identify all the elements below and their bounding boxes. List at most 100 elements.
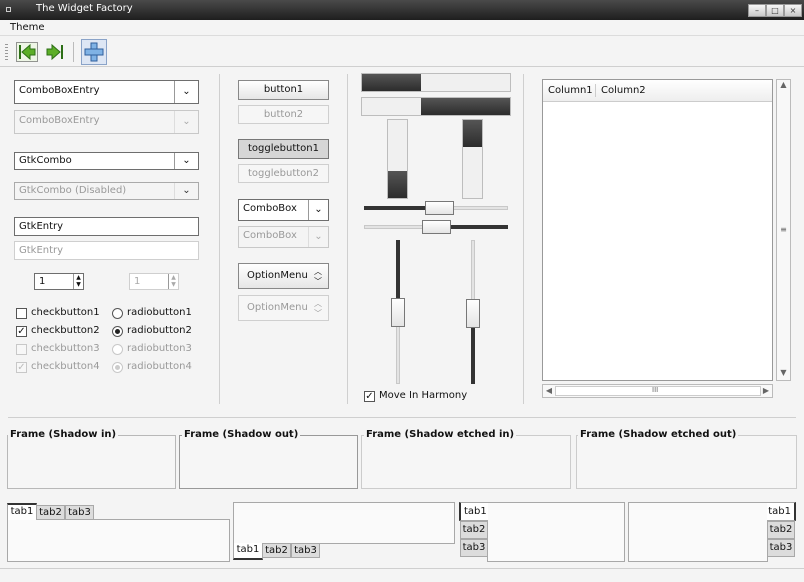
notebook-bottom-page <box>233 502 455 544</box>
notebook-top-tab2[interactable]: tab2 <box>36 505 65 520</box>
togglebutton1[interactable]: togglebutton1 <box>238 139 329 159</box>
column-divider <box>595 84 596 97</box>
gtk-combo[interactable]: GtkCombo ⌄ <box>14 152 199 170</box>
close-icon[interactable]: × <box>784 4 802 17</box>
gtk-entry-disabled: GtkEntry <box>14 241 199 260</box>
notebook-bottom-tab3[interactable]: tab3 <box>291 543 320 558</box>
checkbutton2-box[interactable]: ✓ <box>16 326 27 337</box>
scroll-grip-icon[interactable]: ≡ <box>777 225 790 234</box>
radiobutton1-circle[interactable] <box>112 308 123 319</box>
chevron-down-icon[interactable]: ⌄ <box>174 81 198 103</box>
scale-knob[interactable] <box>425 201 454 215</box>
option-menu[interactable]: OptionMenu ︿ ﹀ <box>238 263 329 289</box>
vscale-2[interactable] <box>466 240 480 384</box>
frame-shadow-out <box>179 435 358 489</box>
spin-arrows-icon[interactable]: ▲ ▼ <box>73 274 83 289</box>
chevron-down-icon[interactable]: ⌄ <box>308 200 328 220</box>
chevron-down-icon: ⌄ <box>174 183 198 199</box>
frame-shadow-etched-out <box>576 435 797 489</box>
hscale-1[interactable] <box>364 201 508 215</box>
checkbutton3-label: checkbutton3 <box>31 343 100 354</box>
spin-button-disabled: 1 ▲ ▼ <box>129 273 179 290</box>
chevron-down-icon[interactable]: ⌄ <box>174 153 198 169</box>
notebook-right-tab2[interactable]: tab2 <box>767 521 795 539</box>
column-separator <box>523 74 524 404</box>
tree-vscrollbar[interactable]: ▲ ≡ ▼ <box>776 79 791 381</box>
notebook-left-tab2[interactable]: tab2 <box>460 521 488 539</box>
updown-arrows-icon: ︿ ﹀ <box>314 299 322 318</box>
scroll-down-icon[interactable]: ▼ <box>777 368 790 380</box>
add-button[interactable] <box>81 39 107 65</box>
notebook-bottom-tab1[interactable]: tab1 <box>233 543 263 560</box>
notebook-right-tab3[interactable]: tab3 <box>767 539 795 557</box>
checkbutton1-label[interactable]: checkbutton1 <box>31 307 100 318</box>
hscroll-thumb[interactable]: III <box>555 386 761 396</box>
notebook-top-page <box>7 519 230 562</box>
spin-button[interactable]: 1 ▲ ▼ <box>34 273 84 290</box>
checkbutton4-box: ✓ <box>16 362 27 373</box>
progress-fill <box>388 170 407 198</box>
title-bar[interactable]: The Widget Factory – □ × <box>0 0 804 20</box>
notebook-left-page <box>487 502 625 562</box>
combobox-disabled: ComboBox ⌄ <box>238 226 329 248</box>
frame-shadow-in <box>7 435 176 489</box>
column1-header[interactable]: Column1 <box>548 85 593 96</box>
notebook-left-tab3[interactable]: tab3 <box>460 539 488 557</box>
progress-fill <box>463 120 482 148</box>
scroll-left-icon[interactable]: ◀ <box>544 386 554 395</box>
frame-shadow-etched-out-label: Frame (Shadow etched out) <box>578 429 739 440</box>
scale-knob[interactable] <box>391 298 405 327</box>
combobox[interactable]: ComboBox ⌄ <box>238 199 329 221</box>
notebook-left-tab1[interactable]: tab1 <box>459 502 488 521</box>
minimize-icon[interactable]: – <box>748 4 766 17</box>
forward-button[interactable] <box>43 40 67 64</box>
notebook-right-page <box>628 502 768 562</box>
tree-hscrollbar[interactable]: ◀ III ▶ <box>542 384 773 398</box>
scale-knob[interactable] <box>422 220 451 234</box>
scroll-right-icon[interactable]: ▶ <box>761 386 771 395</box>
notebook-top-tab3[interactable]: tab3 <box>65 505 94 520</box>
chevron-down-icon: ⌄ <box>174 111 198 133</box>
checkbutton1-box[interactable] <box>16 308 27 319</box>
toolbar <box>0 37 804 67</box>
gtk-entry[interactable]: GtkEntry <box>14 217 199 236</box>
scale-fill <box>450 225 508 229</box>
hscale-2[interactable] <box>364 220 508 234</box>
progress-fill <box>362 74 422 91</box>
column-separator <box>219 74 220 404</box>
scroll-grip-icon: III <box>652 386 659 394</box>
move-in-harmony-label[interactable]: Move In Harmony <box>379 390 467 401</box>
scale-knob[interactable] <box>466 299 480 328</box>
maximize-icon[interactable]: □ <box>766 4 784 17</box>
checkbutton2-label[interactable]: checkbutton2 <box>31 325 100 336</box>
checkbutton4-label: checkbutton4 <box>31 361 100 372</box>
move-in-harmony-checkbox[interactable]: ✓ <box>364 391 375 402</box>
combo-box-entry[interactable]: ComboBoxEntry ⌄ <box>14 80 199 104</box>
radiobutton2-circle[interactable] <box>112 326 123 337</box>
vscale-1[interactable] <box>391 240 405 384</box>
notebook-right-tab1[interactable]: tab1 <box>767 502 796 521</box>
column2-header[interactable]: Column2 <box>601 85 646 96</box>
spin-arrows-icon: ▲ ▼ <box>168 274 178 289</box>
chevron-down-icon: ⌄ <box>308 227 328 247</box>
togglebutton2: togglebutton2 <box>238 164 329 183</box>
tree-view[interactable]: Column1 Column2 <box>542 79 773 381</box>
radiobutton2-label[interactable]: radiobutton2 <box>127 325 192 336</box>
radiobutton3-circle <box>112 344 123 355</box>
scale-fill <box>364 206 426 210</box>
scroll-up-icon[interactable]: ▲ <box>777 80 790 92</box>
column-separator <box>347 74 348 404</box>
frame-shadow-etched-in <box>361 435 571 489</box>
radiobutton1-label[interactable]: radiobutton1 <box>127 307 192 318</box>
notebook-top-tab1[interactable]: tab1 <box>7 503 37 520</box>
checkbutton3-box <box>16 344 27 355</box>
window-menu-icon[interactable] <box>6 7 11 12</box>
menu-theme[interactable]: Theme <box>10 22 45 33</box>
frame-shadow-out-label: Frame (Shadow out) <box>182 429 301 440</box>
option-menu-disabled: OptionMenu ︿ ﹀ <box>238 295 329 321</box>
button1[interactable]: button1 <box>238 80 329 100</box>
notebook-bottom-tab2[interactable]: tab2 <box>262 543 291 558</box>
back-button[interactable] <box>15 40 39 64</box>
radiobutton3-label: radiobutton3 <box>127 343 192 354</box>
toolbar-grip-icon[interactable] <box>5 44 8 60</box>
